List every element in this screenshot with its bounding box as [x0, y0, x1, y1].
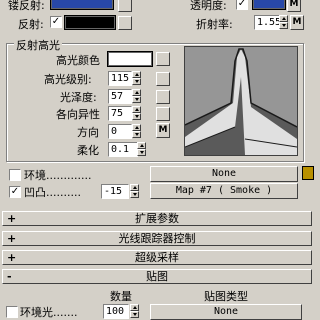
- specular-level-input[interactable]: 115: [108, 71, 132, 86]
- glossiness-input[interactable]: 57: [108, 89, 132, 104]
- environment-map-button[interactable]: None: [150, 166, 298, 182]
- expand-icon: +: [7, 251, 17, 264]
- bump-amount-spinner[interactable]: [130, 184, 139, 199]
- collapse-icon: -: [7, 270, 12, 283]
- rollout-title: 贴图: [146, 270, 168, 283]
- rollout-raytracer-controls[interactable]: + 光线跟踪器控制: [2, 231, 312, 246]
- glossiness-spinner[interactable]: [132, 89, 141, 104]
- transparency-checkbox[interactable]: ✓: [236, 0, 248, 10]
- expand-icon: +: [7, 232, 17, 245]
- glossiness-label: 光泽度:: [60, 91, 97, 104]
- ambient-checkbox[interactable]: [6, 306, 18, 318]
- environment-checkbox[interactable]: [9, 169, 21, 181]
- rollout-title: 光线跟踪器控制: [118, 232, 196, 245]
- rollout-extended-parameters[interactable]: + 扩展参数: [2, 211, 312, 226]
- specular-level-spinner[interactable]: [132, 71, 141, 86]
- anisotropy-map-button[interactable]: [156, 107, 170, 121]
- glossiness-map-button[interactable]: [156, 90, 170, 104]
- orientation-map-button[interactable]: M: [156, 123, 170, 138]
- bump-checkbox[interactable]: ✓: [9, 186, 21, 198]
- specular-color-swatch[interactable]: [107, 51, 153, 67]
- ambient-label: 环境光.......: [20, 306, 78, 319]
- glossy-reflection-map-button[interactable]: [118, 0, 132, 12]
- transparency-label: 透明度:: [190, 0, 227, 12]
- specular-color-label: 高光颜色: [56, 54, 100, 67]
- refraction-index-input[interactable]: 1.55: [254, 15, 280, 30]
- soften-spinner[interactable]: [137, 142, 146, 157]
- refraction-index-spinner[interactable]: [279, 15, 288, 30]
- bump-label: 凹凸..........: [24, 186, 81, 199]
- specular-level-label: 高光级别:: [44, 73, 92, 86]
- specular-group-title: 反射高光: [14, 37, 62, 53]
- anisotropy-label: 各向异性: [56, 108, 100, 121]
- orientation-input[interactable]: 0: [108, 124, 132, 139]
- rollout-maps[interactable]: - 贴图: [2, 269, 312, 284]
- refraction-map-button[interactable]: M: [290, 15, 304, 30]
- refraction-index-label: 折射率:: [196, 18, 233, 31]
- rollout-title: 扩展参数: [135, 212, 179, 225]
- reflection-map-button[interactable]: [118, 16, 132, 30]
- rollout-title: 超级采样: [135, 251, 179, 264]
- rollout-supersampling[interactable]: + 超级采样: [2, 250, 312, 265]
- lock-icon[interactable]: [302, 166, 314, 180]
- glossy-reflection-label: 镂反射:: [8, 0, 45, 12]
- specular-highlight-curve: [185, 48, 297, 155]
- specular-highlight-graph: [184, 46, 298, 156]
- specular-level-map-button[interactable]: [156, 72, 170, 86]
- ambient-amount-spinner[interactable]: [130, 304, 139, 319]
- reflection-color-swatch[interactable]: [64, 15, 116, 30]
- transparency-color-swatch[interactable]: [252, 0, 286, 10]
- anisotropy-input[interactable]: 75: [108, 106, 132, 121]
- soften-input[interactable]: 0.1: [108, 142, 138, 157]
- bump-map-button[interactable]: Map #7 ( Smoke ): [150, 183, 298, 199]
- reflection-checkbox[interactable]: ✓: [50, 16, 62, 28]
- expand-icon: +: [7, 212, 17, 225]
- soften-label: 柔化: [77, 144, 99, 157]
- bump-amount-input[interactable]: -15: [101, 184, 129, 199]
- ambient-amount-input[interactable]: 100: [103, 304, 129, 319]
- ambient-map-button[interactable]: None: [150, 304, 302, 320]
- environment-label: 环境.............: [24, 169, 92, 182]
- orientation-label: 方向: [77, 126, 99, 139]
- anisotropy-spinner[interactable]: [132, 106, 141, 121]
- map-type-column-header: 贴图类型: [204, 290, 248, 303]
- amount-column-header: 数量: [110, 290, 132, 303]
- glossy-reflection-color-swatch[interactable]: [50, 0, 114, 10]
- transparency-map-button[interactable]: M: [287, 0, 301, 12]
- specular-color-map-button[interactable]: [156, 52, 170, 66]
- orientation-spinner[interactable]: [132, 124, 141, 139]
- reflection-label: 反射:: [18, 18, 44, 31]
